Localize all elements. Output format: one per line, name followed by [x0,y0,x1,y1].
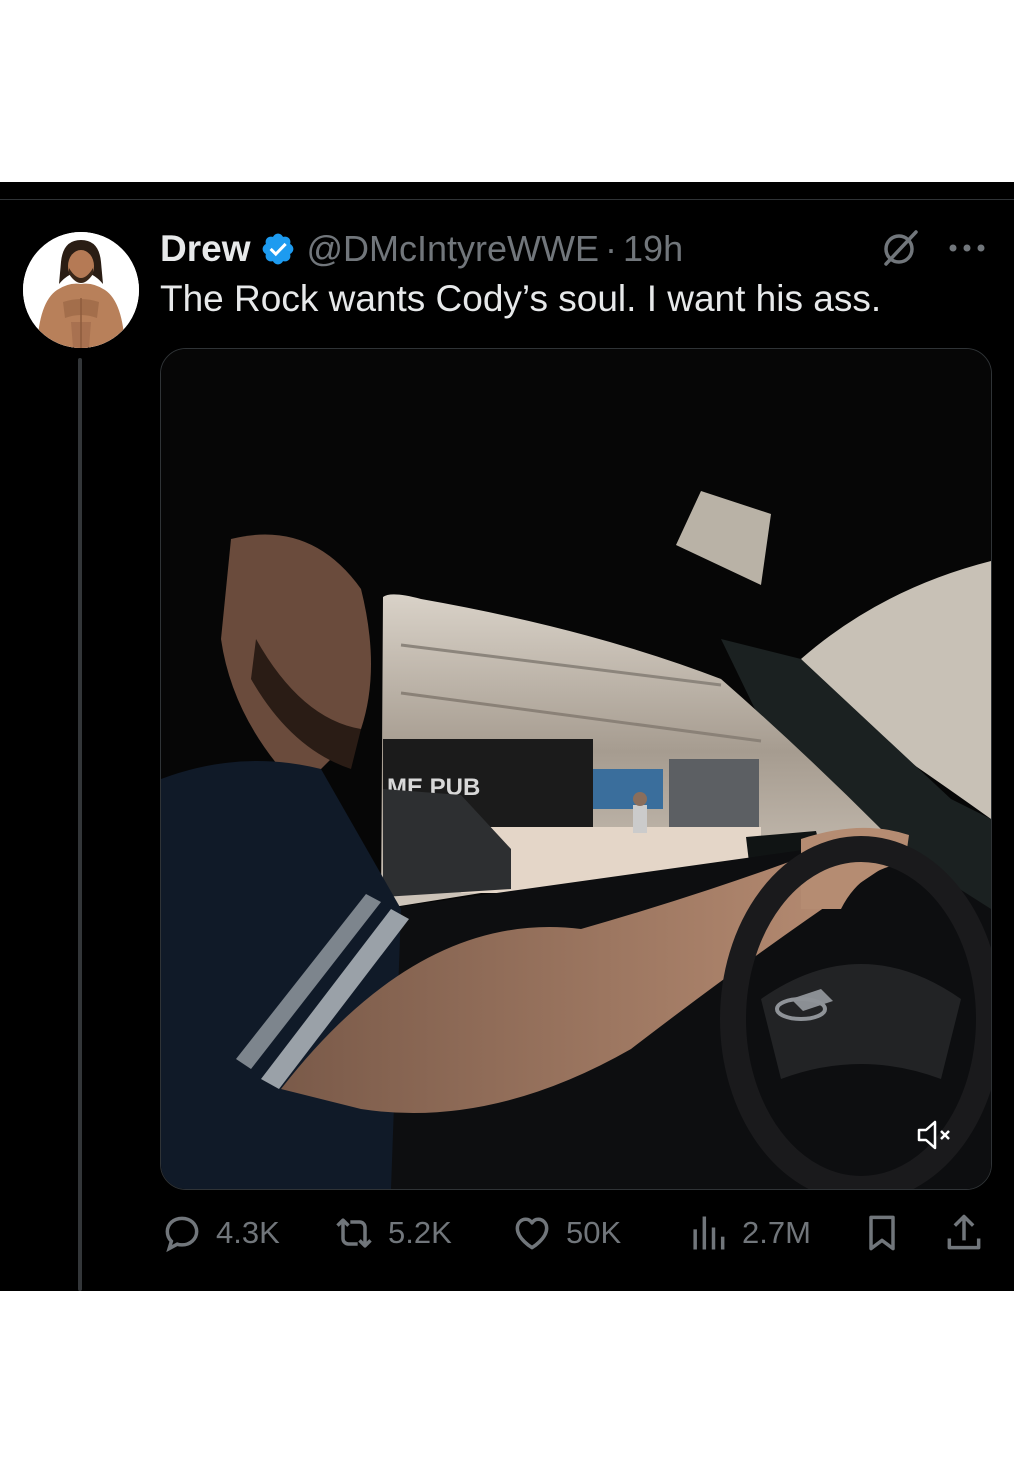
bookmark-icon [869,1215,895,1251]
tweet-text: The Rock wants Cody’s soul. I want his a… [160,278,882,319]
timestamp[interactable]: 19h [623,228,683,270]
grok-icon[interactable] [880,228,920,268]
reply-count: 4.3K [216,1215,280,1250]
repost-count: 5.2K [388,1215,452,1250]
handle[interactable]: @DMcIntyreWWE [306,228,599,270]
verified-badge-icon [263,233,294,265]
view-count: 2.7M [742,1215,811,1250]
repost-icon [336,1218,372,1248]
video-player[interactable]: ME PUB [160,348,992,1190]
reply-button[interactable]: 4.3K [160,1206,280,1260]
views-button[interactable]: 2.7M [686,1206,811,1260]
like-count: 50K [566,1215,622,1250]
bookmark-button[interactable] [860,1206,904,1260]
video-frame: ME PUB [161,349,991,1189]
share-button[interactable] [942,1206,986,1260]
repost-button[interactable]: 5.2K [332,1206,452,1260]
views-icon [693,1216,725,1250]
divider [0,199,1014,200]
display-name[interactable]: Drew [160,228,250,270]
like-button[interactable]: 50K [510,1206,621,1260]
heart-icon [515,1217,549,1250]
tweet-panel: Drew @DMcIntyreWWE · 19h The Rock wants … [0,182,1014,1291]
avatar[interactable] [23,232,139,348]
separator-dot: · [605,228,618,269]
action-bar: 4.3K 5.2K 50K 2.7M [160,1206,990,1260]
more-options-icon[interactable] [946,238,988,258]
mute-icon[interactable] [915,1119,955,1151]
reply-icon [165,1216,199,1253]
tweet-header: Drew @DMcIntyreWWE · 19h [160,226,683,272]
share-icon [947,1214,981,1250]
thread-line [78,358,82,1291]
